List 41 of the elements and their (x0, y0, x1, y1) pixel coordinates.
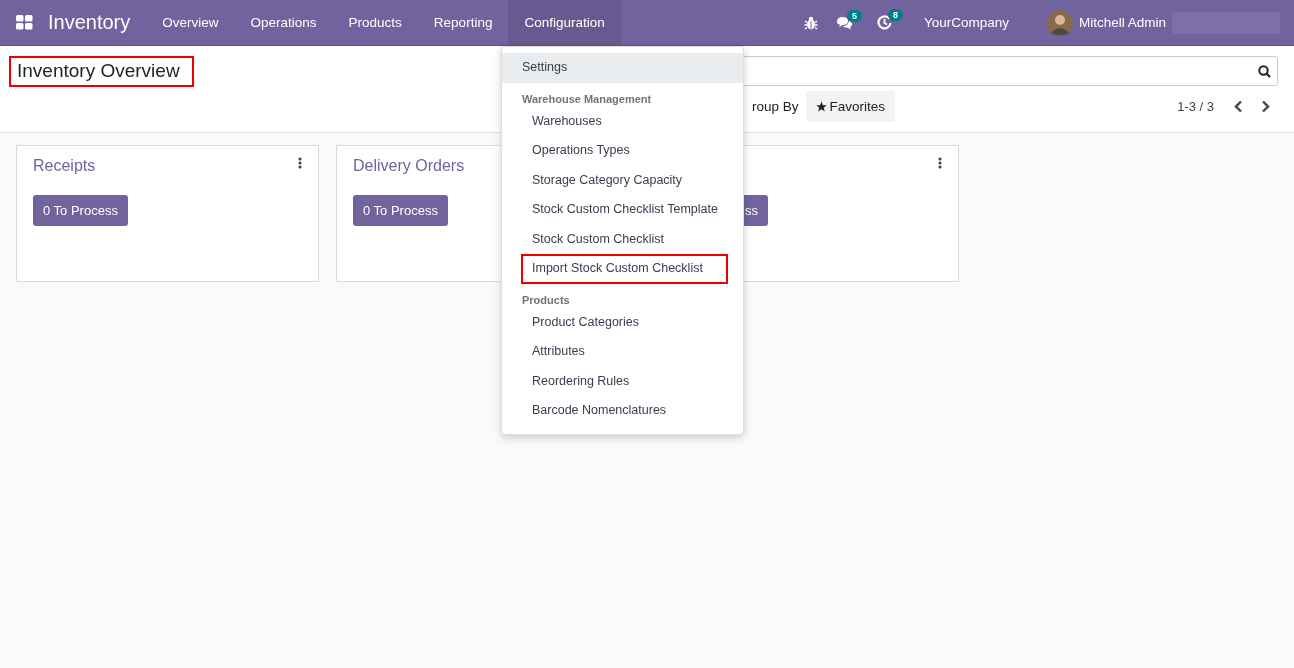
dropdown-item[interactable]: Attributes (502, 337, 743, 367)
pager-value: 1-3 / 3 (1177, 99, 1214, 114)
clock-icon[interactable] (876, 15, 892, 30)
card-title[interactable]: Delivery Orders (353, 157, 465, 175)
message-count-badge: 5 (846, 9, 862, 22)
page-title: Inventory Overview (9, 56, 194, 87)
dropdown-item[interactable]: Storage Category Capacity (502, 165, 743, 195)
user-name[interactable]: Mitchell Admin (1078, 15, 1166, 30)
dropdown-item[interactable]: Barcode Nomenclatures (502, 396, 743, 426)
chat-icon[interactable] (835, 15, 853, 30)
menu-item[interactable]: Reporting (417, 0, 509, 45)
app-name[interactable]: Inventory (48, 11, 131, 34)
dropdown-item[interactable]: Operations Types (502, 136, 743, 166)
dropdown-item[interactable]: Warehouses (502, 106, 743, 136)
menu-section-header: Products (521, 292, 571, 308)
next-page-icon[interactable] (1261, 100, 1270, 113)
menu-item[interactable]: Configuration (508, 0, 621, 45)
kebab-menu-icon[interactable] (938, 157, 942, 169)
menu-item[interactable]: Products (332, 0, 418, 45)
dropdown-item[interactable]: Settings (502, 53, 743, 83)
menu-section-header: Warehouse Management (521, 91, 653, 107)
favorites-button[interactable]: Favorites (805, 91, 896, 122)
to-process-button[interactable]: 0 To Process (33, 195, 128, 226)
dropdown-item[interactable]: Stock Custom Checklist Template (502, 195, 743, 225)
card-title[interactable]: Receipts (33, 157, 96, 175)
kebab-menu-icon[interactable] (298, 157, 302, 169)
menu-item[interactable]: Overview (146, 0, 235, 45)
dropdown-item[interactable]: Import Stock Custom Checklist (521, 254, 728, 284)
company-switcher[interactable]: YourCompany (923, 15, 1009, 30)
to-process-button[interactable]: 0 To Process (353, 195, 448, 226)
dropdown-item[interactable]: Reordering Rules (502, 366, 743, 396)
dropdown-item[interactable]: Product Categories (502, 307, 743, 337)
activity-count-badge: 8 (887, 9, 903, 21)
previous-page-icon[interactable] (1234, 100, 1243, 113)
apps-menu-icon[interactable] (16, 15, 33, 30)
menu-item[interactable]: Operations (234, 0, 333, 45)
search-icon[interactable] (1258, 64, 1271, 78)
dropdown-item[interactable]: Stock Custom Checklist (502, 224, 743, 254)
bug-icon[interactable] (803, 15, 818, 30)
user-avatar[interactable] (1046, 9, 1073, 36)
star-icon (815, 101, 827, 112)
